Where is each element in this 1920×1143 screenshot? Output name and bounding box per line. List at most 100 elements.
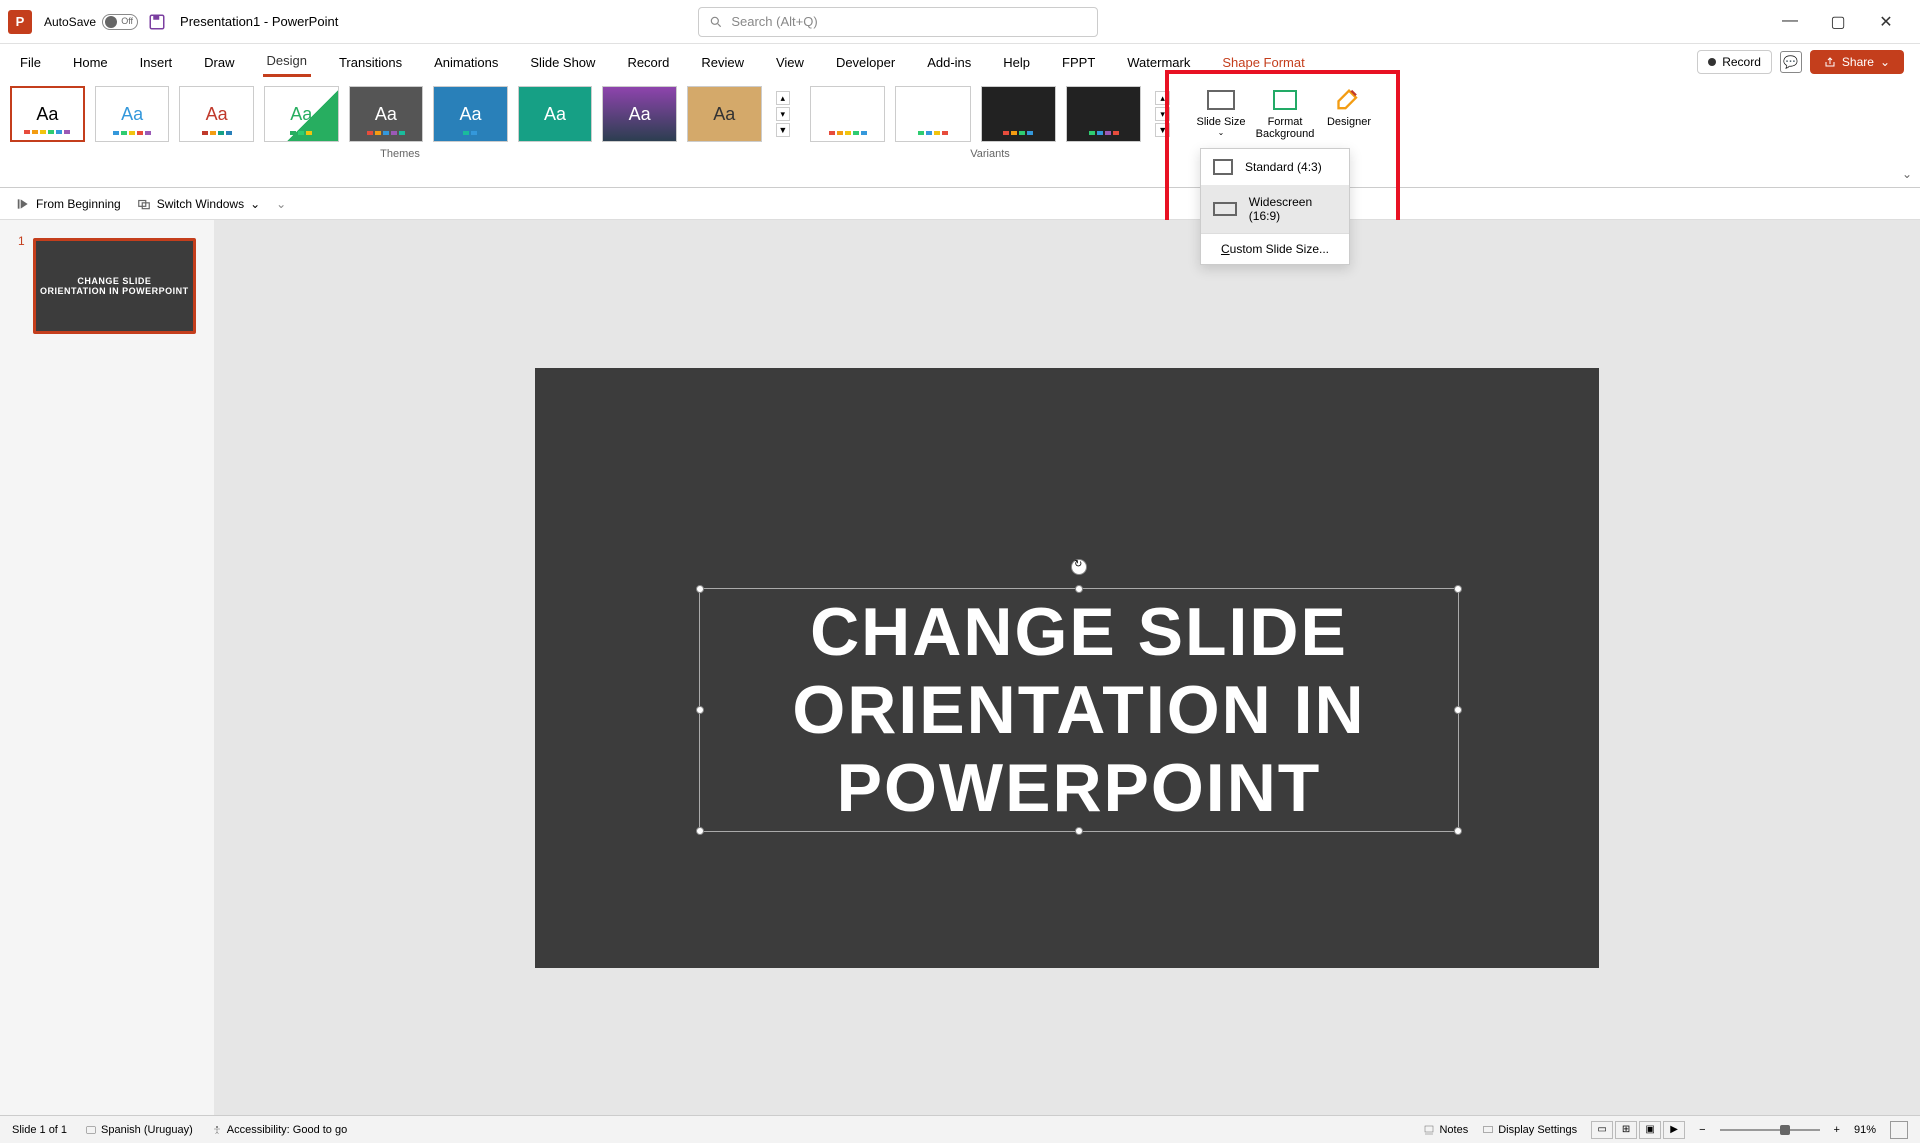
ribbon-tabs: File Home Insert Draw Design Transitions…	[0, 44, 1920, 80]
theme-thumb[interactable]: Aa	[518, 86, 593, 142]
variant-thumb[interactable]	[810, 86, 885, 142]
tab-shape-format[interactable]: Shape Format	[1218, 49, 1308, 76]
record-button[interactable]: Record	[1697, 50, 1772, 74]
zoom-out-button[interactable]: −	[1699, 1124, 1705, 1136]
normal-view-button[interactable]: ▭	[1591, 1121, 1613, 1139]
title-textbox[interactable]: CHANGE SLIDE ORIENTATION IN POWERPOINT	[699, 588, 1459, 833]
save-icon[interactable]	[148, 13, 166, 31]
record-dot-icon	[1708, 58, 1716, 66]
tab-watermark[interactable]: Watermark	[1123, 49, 1194, 76]
slide-count-status[interactable]: Slide 1 of 1	[12, 1124, 67, 1136]
tab-view[interactable]: View	[772, 49, 808, 76]
tab-transitions[interactable]: Transitions	[335, 49, 406, 76]
search-input[interactable]: Search (Alt+Q)	[698, 7, 1098, 37]
tab-help[interactable]: Help	[999, 49, 1034, 76]
reading-view-button[interactable]: ▣	[1639, 1121, 1661, 1139]
minimize-button[interactable]: —	[1780, 12, 1800, 32]
accessibility-status[interactable]: Accessibility: Good to go	[211, 1124, 347, 1136]
theme-thumb[interactable]: Aa	[687, 86, 762, 142]
main-area: 1 CHANGE SLIDE ORIENTATION IN POWERPOINT…	[0, 220, 1920, 1115]
close-button[interactable]: ✕	[1876, 12, 1896, 32]
designer-icon	[1333, 88, 1365, 112]
autosave-toggle[interactable]: Off	[102, 14, 138, 30]
display-settings-button[interactable]: Display Settings	[1482, 1124, 1577, 1136]
selection-handle[interactable]	[1454, 827, 1462, 835]
tab-home[interactable]: Home	[69, 49, 112, 76]
slide-size-icon	[1207, 90, 1235, 110]
tab-record[interactable]: Record	[623, 49, 673, 76]
share-icon	[1824, 56, 1836, 68]
title-text[interactable]: CHANGE SLIDE ORIENTATION IN POWERPOINT	[700, 589, 1458, 832]
selection-handle[interactable]	[1075, 585, 1083, 593]
chevron-down-icon: ⌄	[1880, 55, 1890, 69]
slide-canvas[interactable]: CHANGE SLIDE ORIENTATION IN POWERPOINT	[535, 368, 1599, 968]
variant-thumb[interactable]	[895, 86, 970, 142]
variants-group: ▴▾▼ Variants	[800, 80, 1180, 187]
tab-fppt[interactable]: FPPT	[1058, 49, 1099, 76]
selection-handle[interactable]	[696, 827, 704, 835]
variant-thumb[interactable]	[981, 86, 1056, 142]
widescreen-label: Widescreen (16:9)	[1249, 195, 1337, 223]
ribbon-right-controls: Record 💬 Share ⌄	[1697, 50, 1904, 74]
theme-thumb[interactable]: Aa	[10, 86, 85, 142]
comments-button[interactable]: 💬	[1780, 51, 1802, 73]
tab-draw[interactable]: Draw	[200, 49, 238, 76]
notes-button[interactable]: Notes	[1423, 1124, 1468, 1136]
share-button[interactable]: Share ⌄	[1810, 50, 1904, 74]
slide-editor[interactable]: CHANGE SLIDE ORIENTATION IN POWERPOINT	[214, 220, 1920, 1115]
theme-thumb[interactable]: Aa	[95, 86, 170, 142]
play-icon	[16, 197, 30, 211]
tab-animations[interactable]: Animations	[430, 49, 502, 76]
switch-windows-button[interactable]: Switch Windows ⌄	[137, 197, 260, 211]
selection-handle[interactable]	[696, 706, 704, 714]
theme-thumb[interactable]: Aa	[433, 86, 508, 142]
tab-file[interactable]: File	[16, 49, 45, 76]
slide-size-dropdown: Standard (4:3) Widescreen (16:9) Custom …	[1200, 148, 1350, 265]
selection-handle[interactable]	[1454, 706, 1462, 714]
qat-customize-icon[interactable]: ⌄	[276, 197, 286, 211]
slide-size-label: Slide Size	[1197, 116, 1246, 128]
from-beginning-button[interactable]: From Beginning	[16, 197, 121, 211]
maximize-button[interactable]: ▢	[1828, 12, 1848, 32]
rotate-handle[interactable]	[1071, 559, 1087, 575]
window-controls: — ▢ ✕	[1780, 12, 1912, 32]
slideshow-view-button[interactable]: ▶	[1663, 1121, 1685, 1139]
selection-handle[interactable]	[696, 585, 704, 593]
designer-label: Designer	[1327, 116, 1371, 128]
ribbon-collapse-icon[interactable]: ⌄	[1902, 167, 1912, 181]
dropdown-custom-size[interactable]: Custom Slide Size...	[1201, 234, 1349, 264]
dropdown-standard[interactable]: Standard (4:3)	[1201, 149, 1349, 185]
tab-insert[interactable]: Insert	[136, 49, 177, 76]
tab-review[interactable]: Review	[697, 49, 748, 76]
language-status[interactable]: Spanish (Uruguay)	[85, 1124, 193, 1136]
share-label: Share	[1842, 55, 1874, 69]
autosave-toggle-group[interactable]: AutoSave Off	[44, 14, 138, 30]
slide-thumbnail[interactable]: CHANGE SLIDE ORIENTATION IN POWERPOINT	[33, 238, 196, 334]
language-icon	[85, 1124, 97, 1136]
autosave-label: AutoSave	[44, 15, 96, 29]
tab-addins[interactable]: Add-ins	[923, 49, 975, 76]
title-bar: P AutoSave Off Presentation1 - PowerPoin…	[0, 0, 1920, 44]
selection-handle[interactable]	[1454, 585, 1462, 593]
theme-thumb[interactable]: Aa	[602, 86, 677, 142]
variant-thumb[interactable]	[1066, 86, 1141, 142]
zoom-percent[interactable]: 91%	[1854, 1124, 1876, 1136]
variant-gallery-scroll[interactable]: ▴▾▼	[1155, 86, 1170, 142]
zoom-in-button[interactable]: +	[1834, 1124, 1840, 1136]
tab-developer[interactable]: Developer	[832, 49, 899, 76]
theme-thumb[interactable]: Aa	[349, 86, 424, 142]
theme-gallery-scroll[interactable]: ▴▾▼	[776, 86, 791, 142]
chevron-down-icon: ⌄	[1218, 128, 1225, 137]
fit-to-window-button[interactable]	[1890, 1121, 1908, 1139]
theme-thumb[interactable]: Aa	[179, 86, 254, 142]
selection-handle[interactable]	[1075, 827, 1083, 835]
standard-ratio-icon	[1213, 159, 1233, 175]
theme-thumb[interactable]: Aa	[264, 86, 339, 142]
from-beginning-label: From Beginning	[36, 197, 121, 211]
themes-group-label: Themes	[10, 148, 790, 160]
tab-design[interactable]: Design	[263, 47, 311, 77]
dropdown-widescreen[interactable]: Widescreen (16:9)	[1201, 185, 1349, 233]
sorter-view-button[interactable]: ⊞	[1615, 1121, 1637, 1139]
zoom-slider[interactable]	[1720, 1129, 1820, 1131]
tab-slideshow[interactable]: Slide Show	[526, 49, 599, 76]
